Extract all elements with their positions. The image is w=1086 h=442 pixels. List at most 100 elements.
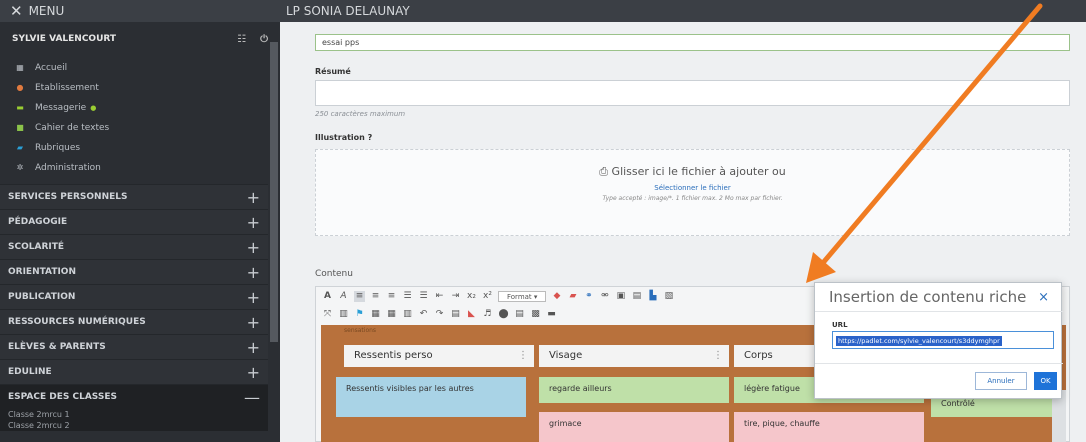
title-input[interactable]: essai pps — [315, 34, 1070, 51]
divider — [815, 311, 1063, 312]
ok-button[interactable]: OK — [1034, 372, 1057, 390]
italic-a-icon[interactable]: A — [338, 291, 349, 302]
rich-content-dialog: Insertion de contenu riche × URL https:/… — [814, 282, 1063, 399]
section-scolarite[interactable]: SCOLARITÉ + — [0, 234, 280, 259]
column-header[interactable]: Ressentis perso ⋮ — [344, 345, 534, 367]
card[interactable]: tire, pique, chauffe — [734, 412, 924, 442]
section-eduline[interactable]: EDULINE + — [0, 359, 280, 384]
image-icon[interactable]: ▣ — [615, 291, 626, 302]
class-item[interactable]: Classe 2mrcu 2 — [0, 420, 280, 431]
url-value: https://padlet.com/sylvie_valencourt/s3d… — [836, 336, 1002, 346]
url-label: URL — [832, 321, 848, 329]
collapse-icon[interactable]: — — [244, 388, 260, 407]
record-icon[interactable]: ⬤ — [498, 309, 509, 320]
eraser-icon[interactable]: ▰ — [567, 291, 578, 302]
sidebar-item-accueil[interactable]: ▦ Accueil — [0, 58, 280, 78]
sidebar-item-administration[interactable]: ✲ Administration — [0, 158, 280, 178]
undo-icon[interactable]: ↶ — [418, 309, 429, 320]
file-dropzone[interactable]: ⎙ Glisser ici le fichier à ajouter ou Sé… — [315, 149, 1070, 236]
expand-icon[interactable]: + — [247, 363, 260, 382]
settings-sliders-icon[interactable]: ☷ — [237, 34, 246, 45]
mail-icon: ▬ — [16, 103, 24, 112]
sound-icon[interactable]: ♬ — [482, 309, 493, 320]
user-name: SYLVIE VALENCOURT — [12, 34, 117, 44]
class-item[interactable]: Classe 2mrcu 1 — [0, 409, 280, 420]
code-icon[interactable]: ▤ — [514, 309, 525, 320]
fullscreen-icon[interactable]: ⤧ — [322, 309, 333, 320]
more-icon[interactable]: ⋮ — [518, 345, 528, 367]
close-menu-icon[interactable]: ✕ — [10, 2, 23, 20]
expand-icon[interactable]: + — [247, 263, 260, 282]
grid-icon[interactable]: ▦ — [386, 309, 397, 320]
dialog-title: Insertion de contenu riche — [829, 288, 1027, 306]
calendar-icon[interactable]: ▤ — [450, 309, 461, 320]
expand-icon[interactable]: + — [247, 313, 260, 332]
sidebar-item-cahier[interactable]: ■ Cahier de textes — [0, 118, 280, 138]
link-icon[interactable]: ⚭ — [583, 291, 594, 302]
align-right-icon[interactable]: ≡ — [386, 291, 397, 302]
flag-icon[interactable]: ⚑ — [354, 309, 365, 320]
format-select[interactable]: Format ▾ — [498, 290, 547, 302]
subscript-icon[interactable]: x₂ — [466, 291, 477, 302]
card[interactable]: regarde ailleurs — [539, 377, 729, 403]
section-pedagogie[interactable]: PÉDAGOGIE + — [0, 209, 280, 234]
card[interactable]: Ressentis visibles par les autres — [336, 377, 526, 417]
section-espace-classes[interactable]: ESPACE DES CLASSES — — [0, 384, 280, 409]
resume-textarea[interactable] — [315, 80, 1070, 106]
section-services-personnels[interactable]: SERVICES PERSONNELS + — [0, 184, 280, 209]
sidebar-item-rubriques[interactable]: ▰ Rubriques — [0, 138, 280, 158]
text-color-icon[interactable]: A — [322, 291, 333, 302]
superscript-icon[interactable]: x² — [482, 291, 493, 302]
url-input[interactable]: https://padlet.com/sylvie_valencourt/s3d… — [832, 331, 1054, 349]
align-left-icon[interactable]: ≡ — [354, 290, 365, 302]
expand-icon[interactable]: + — [247, 238, 260, 257]
media-icon[interactable]: ▤ — [631, 291, 642, 302]
divider — [815, 363, 1063, 364]
scrollbar-thumb[interactable] — [270, 42, 278, 342]
more-icon[interactable]: ⋮ — [713, 345, 723, 367]
sidebar-item-etablissement[interactable]: ● Etablissement — [0, 78, 280, 98]
rich-content-icon[interactable]: ▧ — [663, 291, 674, 302]
chart-icon[interactable]: ◣ — [466, 309, 477, 320]
redo-icon[interactable]: ↷ — [434, 309, 445, 320]
drop-hint: Type accepté : image/*. 1 fichier max. 2… — [602, 195, 783, 202]
menu-bar[interactable]: ✕ MENU — [0, 0, 280, 22]
section-orientation[interactable]: ORIENTATION + — [0, 259, 280, 284]
expand-icon[interactable]: + — [247, 213, 260, 232]
table-icon[interactable]: ▦ — [370, 309, 381, 320]
page-title: LP SONIA DELAUNAY — [280, 0, 1086, 22]
align-center-icon[interactable]: ≡ — [370, 291, 381, 302]
expand-icon[interactable]: + — [247, 188, 260, 207]
highlight-icon[interactable]: ◆ — [551, 291, 562, 302]
bullet-list-icon[interactable]: ☰ — [402, 291, 413, 302]
menu-label: MENU — [28, 4, 65, 18]
card[interactable]: grimace — [539, 412, 729, 442]
select-file-link[interactable]: Sélectionner le fichier — [316, 184, 1069, 192]
section-eleves-parents[interactable]: ELÈVES & PARENTS + — [0, 334, 280, 359]
embed-icon[interactable]: ▙ — [647, 291, 658, 302]
user-row: SYLVIE VALENCOURT ☷ ⏻ — [0, 22, 280, 56]
sidebar-item-messagerie[interactable]: ▬ Messagerie ● — [0, 98, 280, 118]
unlink-icon[interactable]: ⚮ — [599, 291, 610, 302]
qr-icon[interactable]: ▩ — [530, 309, 541, 320]
cancel-button[interactable]: Annuler — [975, 372, 1027, 390]
expand-icon[interactable]: + — [247, 288, 260, 307]
close-icon[interactable]: × — [1038, 290, 1049, 305]
outdent-icon[interactable]: ⇤ — [434, 291, 445, 302]
file-icon[interactable]: ▬ — [546, 309, 557, 320]
paste-icon[interactable]: ▥ — [338, 309, 349, 320]
upload-icon: ⎙ — [599, 165, 609, 178]
contenu-label: Contenu — [315, 269, 353, 279]
numbered-list-icon[interactable]: ☰ — [418, 291, 429, 302]
indent-icon[interactable]: ⇥ — [450, 291, 461, 302]
section-ressources[interactable]: RESSOURCES NUMÉRIQUES + — [0, 309, 280, 334]
columns-icon[interactable]: ▥ — [402, 309, 413, 320]
notebook-icon: ■ — [16, 123, 24, 132]
school-icon: ● — [16, 83, 24, 92]
gear-icon: ✲ — [16, 163, 24, 172]
section-publication[interactable]: PUBLICATION + — [0, 284, 280, 309]
sidebar-scrollbar[interactable] — [268, 22, 280, 442]
power-icon[interactable]: ⏻ — [260, 34, 268, 45]
column-header[interactable]: Visage ⋮ — [539, 345, 729, 367]
expand-icon[interactable]: + — [247, 338, 260, 357]
